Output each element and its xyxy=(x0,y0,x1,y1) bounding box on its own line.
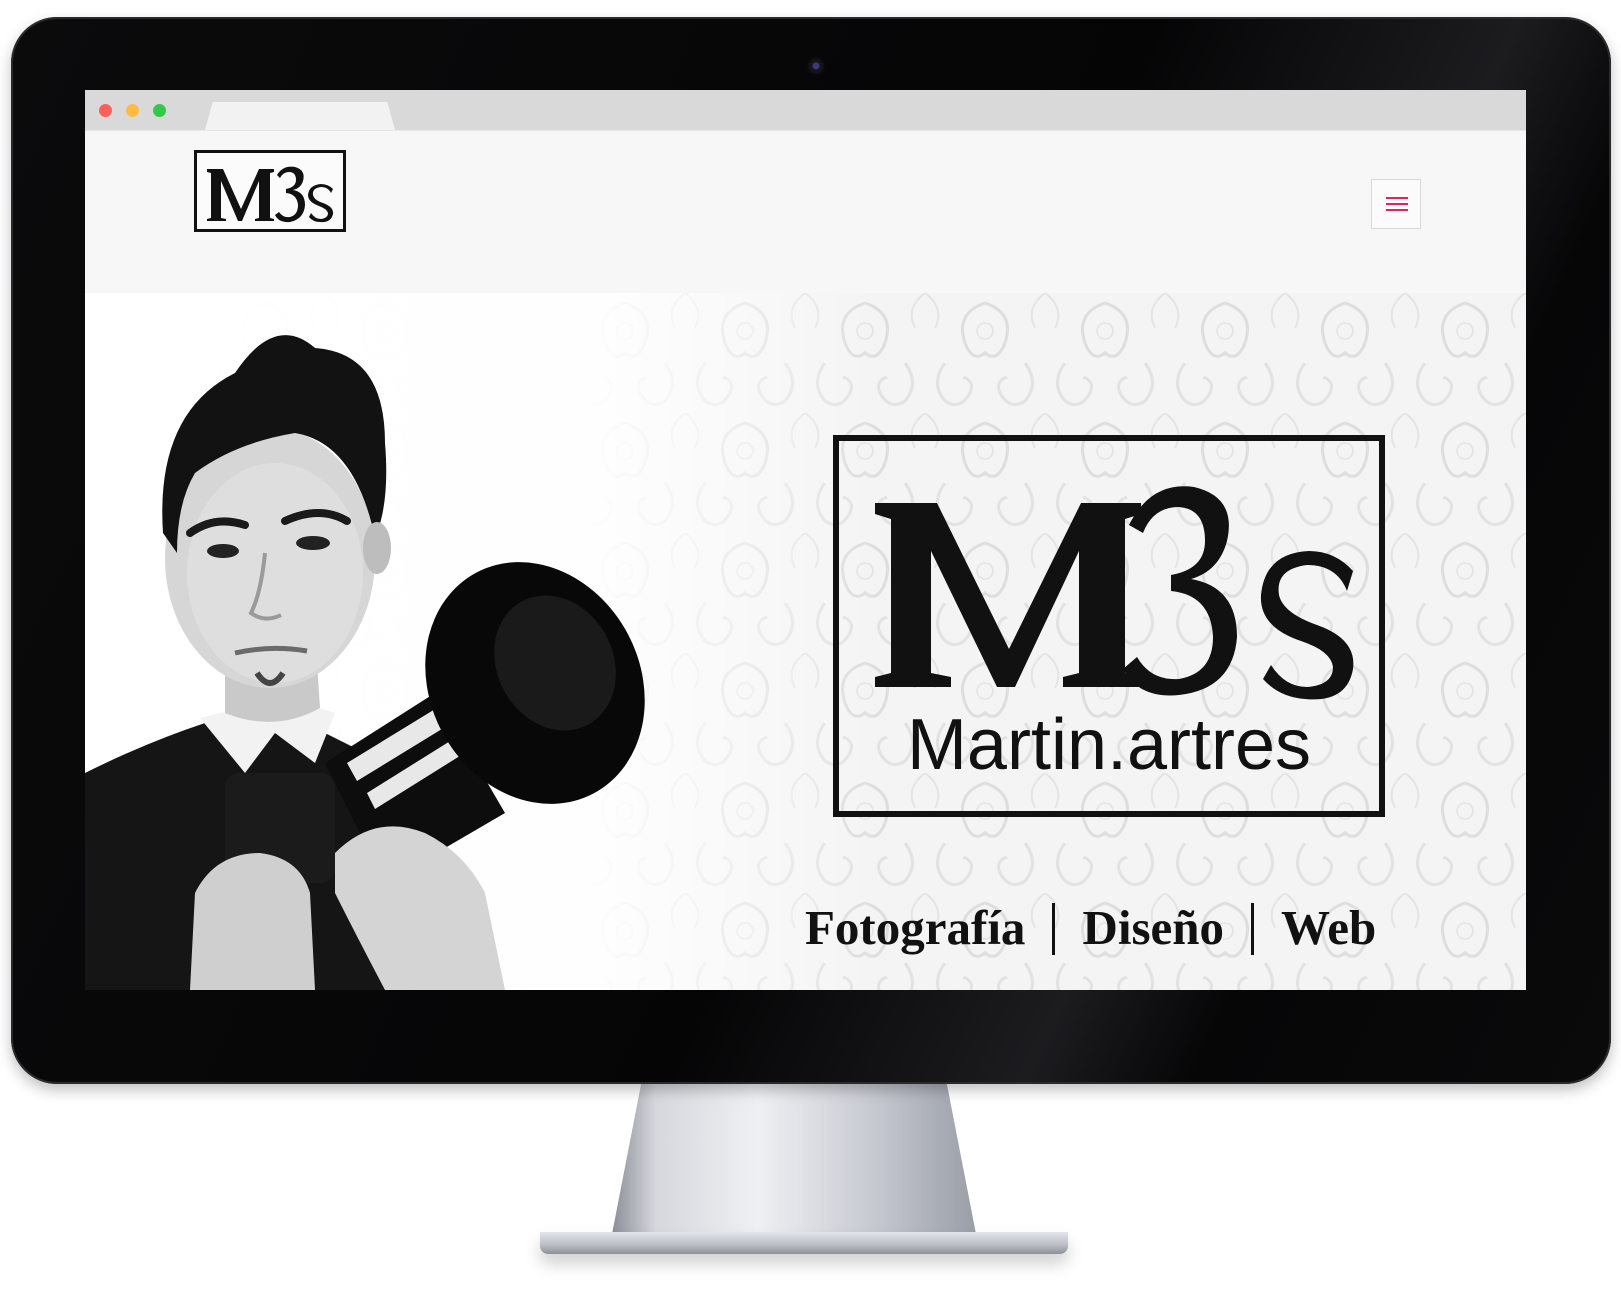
maximize-window-button[interactable] xyxy=(153,104,166,117)
browser-tab[interactable] xyxy=(205,102,395,130)
minimize-window-button[interactable] xyxy=(126,104,139,117)
separator xyxy=(1251,902,1255,955)
monitor-stand-base xyxy=(540,1232,1068,1254)
brand-logo-box: Martin.artres xyxy=(833,435,1385,817)
webcam-icon xyxy=(807,57,825,75)
hero-banner: Martin.artres Fotografía Diseño Web xyxy=(85,293,1526,990)
site-header xyxy=(85,131,1526,293)
man-with-camera-photo xyxy=(85,335,645,990)
service-photography: Fotografía xyxy=(805,900,1026,955)
site-logo[interactable] xyxy=(194,150,346,232)
service-web: Web xyxy=(1281,900,1377,955)
close-window-button[interactable] xyxy=(99,104,112,117)
separator xyxy=(1052,902,1056,955)
m3s-logo-icon xyxy=(207,166,334,223)
browser-toolbar xyxy=(85,90,1526,131)
service-design: Diseño xyxy=(1082,900,1225,955)
m3s-monogram-icon xyxy=(875,486,1354,700)
menu-toggle-button[interactable] xyxy=(1371,179,1421,229)
services-tagline: Fotografía Diseño Web xyxy=(805,900,1425,959)
brand-name: Martin.artres xyxy=(906,705,1312,785)
hamburger-icon-bar xyxy=(1386,203,1408,205)
device-mockup: Martin.artres Fotografía Diseño Web xyxy=(0,0,1621,1294)
monitor-stand-neck xyxy=(612,1084,976,1234)
hamburger-icon-bar xyxy=(1386,197,1408,199)
hamburger-icon-bar xyxy=(1386,209,1408,211)
screen: Martin.artres Fotografía Diseño Web xyxy=(85,90,1526,990)
